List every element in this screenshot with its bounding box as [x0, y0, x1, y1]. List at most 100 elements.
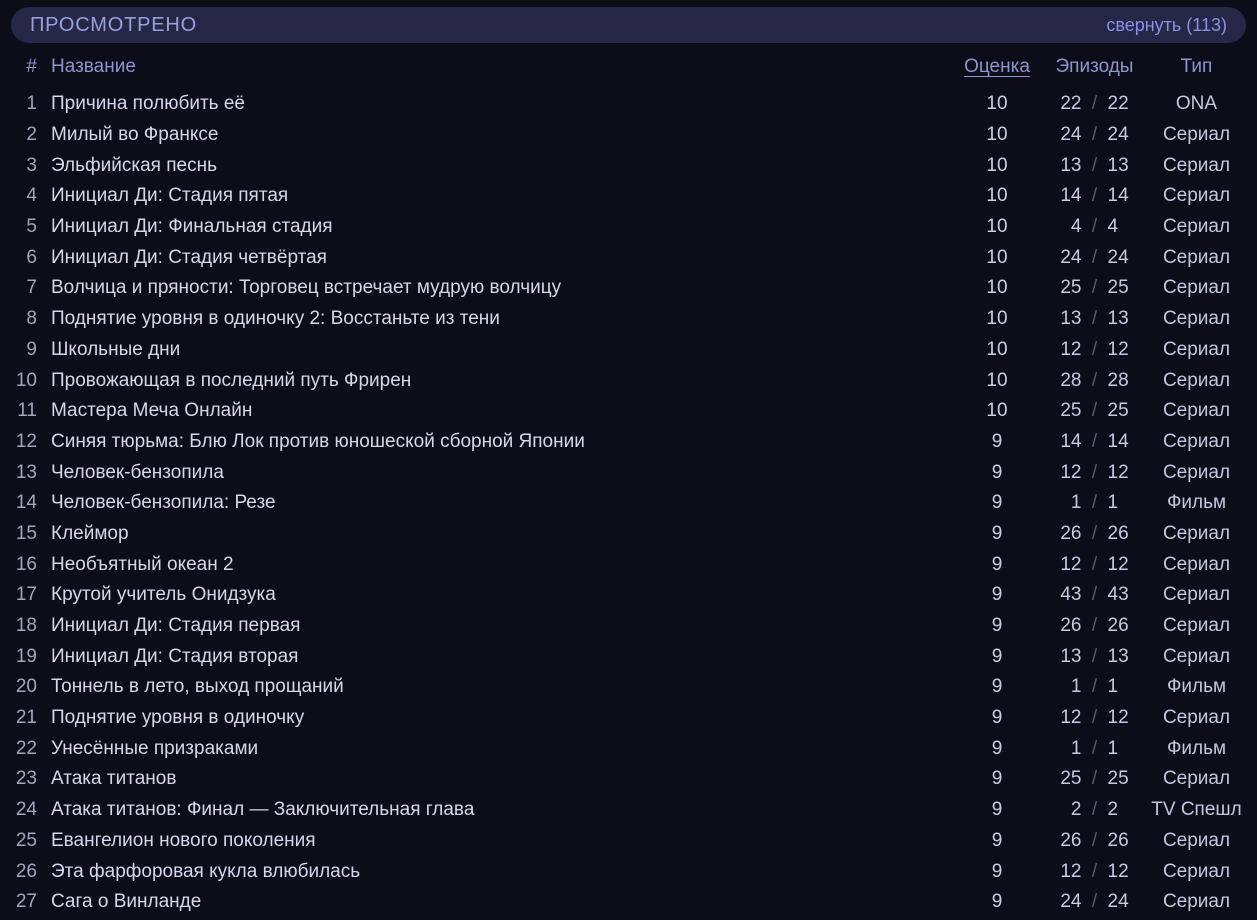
- column-header-type[interactable]: Тип: [1147, 56, 1246, 78]
- anime-title-link[interactable]: Эта фарфоровая кукла влюбилась: [37, 861, 952, 883]
- row-index: 24: [15, 799, 37, 821]
- column-header-title[interactable]: Название: [37, 56, 952, 78]
- type-value: Сериал: [1162, 707, 1231, 729]
- episodes-cell: 14 / 14: [1042, 185, 1147, 207]
- table-row[interactable]: 12 Синяя тюрьма: Блю Лок против юношеско…: [0, 427, 1257, 458]
- episodes-separator: /: [1091, 369, 1098, 391]
- anime-title-link[interactable]: Мастера Меча Онлайн: [37, 400, 952, 422]
- table-row[interactable]: 17 Крутой учитель Онидзука 9 43 / 43 Сер…: [0, 580, 1257, 611]
- table-row[interactable]: 13 Человек-бензопила 9 12 / 12 Сериал: [0, 457, 1257, 488]
- table-row[interactable]: 24 Атака титанов: Финал — Заключительная…: [0, 795, 1257, 826]
- table-row[interactable]: 11 Мастера Меча Онлайн 10 25 / 25 Сериал: [0, 396, 1257, 427]
- type-value: TV Спешл: [1151, 799, 1242, 821]
- anime-title-link[interactable]: Инициал Ди: Стадия первая: [37, 615, 952, 637]
- anime-title-link[interactable]: Синяя тюрьма: Блю Лок против юношеской с…: [37, 431, 952, 453]
- table-row[interactable]: 14 Человек-бензопила: Резе 9 1 / 1 Фильм: [0, 488, 1257, 519]
- episodes-cell: 25 / 25: [1042, 277, 1147, 299]
- table-row[interactable]: 19 Инициал Ди: Стадия вторая 9 13 / 13 С…: [0, 641, 1257, 672]
- table-row[interactable]: 23 Атака титанов 9 25 / 25 Сериал: [0, 764, 1257, 795]
- anime-title-link[interactable]: Милый во Франксе: [37, 124, 952, 146]
- type-value: Сериал: [1162, 308, 1231, 330]
- table-row[interactable]: 3 Эльфийская песнь 10 13 / 13 Сериал: [0, 150, 1257, 181]
- anime-title-link[interactable]: Сага о Винланде: [37, 891, 952, 913]
- type-value: Сериал: [1162, 124, 1231, 146]
- episodes-separator: /: [1091, 522, 1098, 544]
- episodes-watched: 25: [1060, 400, 1082, 422]
- anime-title-link[interactable]: Провожающая в последний путь Фрирен: [37, 370, 952, 392]
- anime-title-link[interactable]: Крутой учитель Онидзука: [37, 584, 952, 606]
- anime-title-link[interactable]: Тоннель в лето, выход прощаний: [37, 676, 952, 698]
- table-row[interactable]: 15 Клеймор 9 26 / 26 Сериал: [0, 519, 1257, 550]
- table-row[interactable]: 2 Милый во Франксе 10 24 / 24 Сериал: [0, 120, 1257, 151]
- anime-title-link[interactable]: Унесённые призраками: [37, 738, 952, 760]
- episodes-total: 28: [1107, 369, 1129, 391]
- score-value: 9: [991, 584, 1003, 606]
- episodes-separator: /: [1091, 737, 1098, 759]
- table-row[interactable]: 10 Провожающая в последний путь Фрирен 1…: [0, 365, 1257, 396]
- anime-title-link[interactable]: Человек-бензопила: [37, 462, 952, 484]
- anime-title-link[interactable]: Эльфийская песнь: [37, 155, 952, 177]
- score-value: 10: [986, 93, 1008, 115]
- table-row[interactable]: 9 Школьные дни 10 12 / 12 Сериал: [0, 335, 1257, 366]
- anime-title-link[interactable]: Школьные дни: [37, 339, 952, 361]
- row-index: 10: [15, 369, 37, 391]
- table-row[interactable]: 5 Инициал Ди: Финальная стадия 10 4 / 4 …: [0, 212, 1257, 243]
- table-row[interactable]: 1 Причина полюбить её 10 22 / 22 ONA: [0, 89, 1257, 120]
- anime-title-link[interactable]: Инициал Ди: Финальная стадия: [37, 216, 952, 238]
- anime-title-link[interactable]: Клеймор: [37, 523, 952, 545]
- episodes-watched: 26: [1060, 522, 1082, 544]
- table-row[interactable]: 20 Тоннель в лето, выход прощаний 9 1 / …: [0, 672, 1257, 703]
- episodes-total: 26: [1107, 522, 1129, 544]
- anime-title-link[interactable]: Инициал Ди: Стадия четвёртая: [37, 247, 952, 269]
- episodes-total: 13: [1107, 154, 1129, 176]
- episodes-separator: /: [1091, 400, 1098, 422]
- table-row[interactable]: 26 Эта фарфоровая кукла влюбилась 9 12 /…: [0, 856, 1257, 887]
- anime-title-link[interactable]: Поднятие уровня в одиночку 2: Восстаньте…: [37, 308, 952, 330]
- table-row[interactable]: 6 Инициал Ди: Стадия четвёртая 10 24 / 2…: [0, 242, 1257, 273]
- row-index: 26: [15, 860, 37, 882]
- anime-title-link[interactable]: Человек-бензопила: Резе: [37, 492, 952, 514]
- type-value: Сериал: [1162, 891, 1231, 913]
- anime-title-link[interactable]: Атака титанов: [37, 768, 952, 790]
- table-row[interactable]: 8 Поднятие уровня в одиночку 2: Восстань…: [0, 304, 1257, 335]
- table-row[interactable]: 27 Сага о Винланде 9 24 / 24 Сериал: [0, 887, 1257, 918]
- row-index: 19: [15, 645, 37, 667]
- episodes-cell: 14 / 14: [1042, 431, 1147, 453]
- anime-title-link[interactable]: Атака титанов: Финал — Заключительная гл…: [37, 799, 952, 821]
- episodes-cell: 12 / 12: [1042, 462, 1147, 484]
- column-header-episodes[interactable]: Эпизоды: [1042, 56, 1147, 78]
- episodes-cell: 4 / 4: [1042, 216, 1147, 238]
- anime-title-link[interactable]: Необъятный океан 2: [37, 554, 952, 576]
- episodes-total: 13: [1107, 308, 1129, 330]
- anime-title-link[interactable]: Волчица и пряности: Торговец встречает м…: [37, 277, 952, 299]
- episodes-cell: 43 / 43: [1042, 584, 1147, 606]
- table-row[interactable]: 4 Инициал Ди: Стадия пятая 10 14 / 14 Се…: [0, 181, 1257, 212]
- table-row[interactable]: 25 Евангелион нового поколения 9 26 / 26…: [0, 826, 1257, 857]
- table-row[interactable]: 22 Унесённые призраками 9 1 / 1 Фильм: [0, 733, 1257, 764]
- episodes-separator: /: [1091, 246, 1098, 268]
- type-value: ONA: [1175, 93, 1218, 115]
- score-value: 9: [991, 860, 1003, 882]
- anime-title-link[interactable]: Причина полюбить её: [37, 93, 952, 115]
- anime-title-link[interactable]: Инициал Ди: Стадия вторая: [37, 646, 952, 668]
- row-index: 4: [26, 185, 37, 207]
- anime-title-link[interactable]: Инициал Ди: Стадия пятая: [37, 185, 952, 207]
- episodes-total: 26: [1107, 829, 1129, 851]
- column-header-score[interactable]: Оценка: [952, 56, 1042, 78]
- score-value: 9: [991, 492, 1003, 514]
- episodes-watched: 12: [1060, 707, 1082, 729]
- row-index: 13: [15, 461, 37, 483]
- score-value: 10: [986, 154, 1008, 176]
- collapse-link[interactable]: свернуть (113): [1106, 15, 1227, 36]
- episodes-cell: 26 / 26: [1042, 830, 1147, 852]
- episodes-total: 12: [1107, 707, 1129, 729]
- table-row[interactable]: 21 Поднятие уровня в одиночку 9 12 / 12 …: [0, 703, 1257, 734]
- table-row[interactable]: 18 Инициал Ди: Стадия первая 9 26 / 26 С…: [0, 611, 1257, 642]
- score-value: 9: [991, 522, 1003, 544]
- score-value: 10: [986, 338, 1008, 360]
- anime-title-link[interactable]: Поднятие уровня в одиночку: [37, 707, 952, 729]
- anime-title-link[interactable]: Евангелион нового поколения: [37, 830, 952, 852]
- table-row[interactable]: 7 Волчица и пряности: Торговец встречает…: [0, 273, 1257, 304]
- table-row[interactable]: 16 Необъятный океан 2 9 12 / 12 Сериал: [0, 549, 1257, 580]
- row-index: 17: [15, 584, 37, 606]
